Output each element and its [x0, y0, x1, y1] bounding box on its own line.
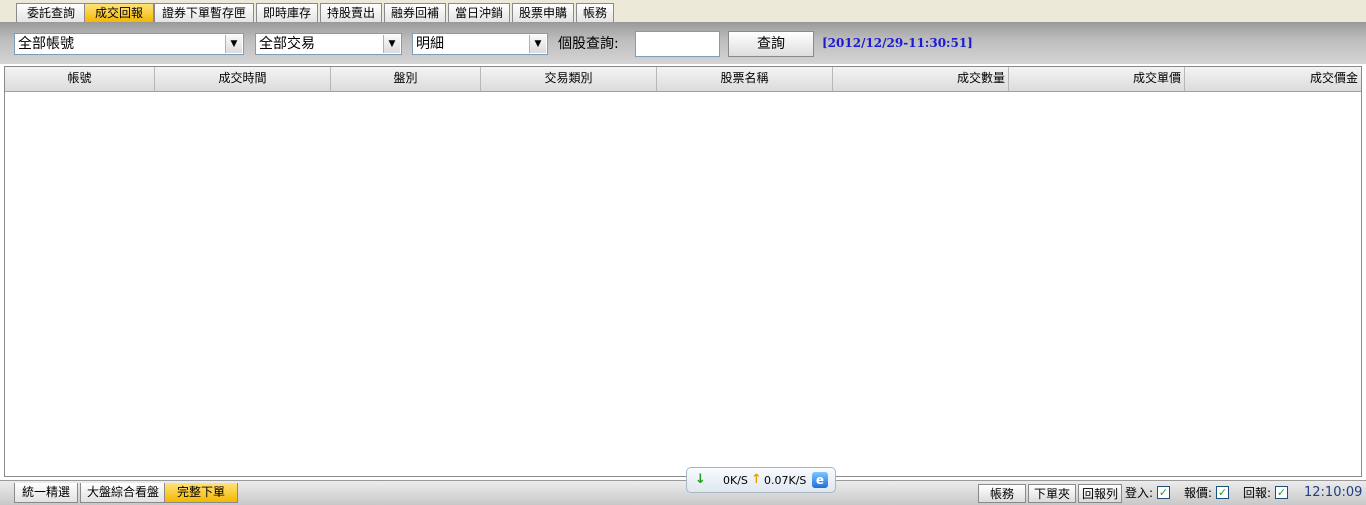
column-header-account[interactable]: 帳號: [5, 67, 155, 91]
column-header-unit-price[interactable]: 成交單價: [1009, 67, 1185, 91]
top-tab-strip: 委託查詢 成交回報 證券下單暫存匣 即時庫存 持股賣出 融券回補 當日沖銷 股票…: [0, 0, 1366, 23]
quote-status-label: 報價:: [1184, 486, 1213, 500]
download-speed: 0K/S: [723, 474, 748, 487]
tab-ipo-subscription[interactable]: 股票申購: [512, 3, 574, 22]
tab-order-draft-box[interactable]: 證券下單暫存匣: [154, 3, 254, 22]
login-status-label: 登入:: [1125, 486, 1154, 500]
bottom-tab-market-overview[interactable]: 大盤綜合看盤: [80, 483, 166, 503]
detail-select[interactable]: 明細 ▼: [412, 33, 548, 55]
column-header-session[interactable]: 盤別: [331, 67, 481, 91]
stock-query-label: 個股查詢:: [558, 36, 619, 52]
trade-type-select-value: 全部交易: [259, 36, 315, 52]
quote-check-icon: ✓: [1216, 486, 1229, 499]
column-header-trade-time[interactable]: 成交時間: [155, 67, 331, 91]
detail-select-value: 明細: [416, 36, 444, 52]
table-header: 帳號 成交時間 盤別 交易類別 股票名稱 成交數量 成交單價 成交價金: [5, 67, 1361, 92]
column-header-quantity[interactable]: 成交數量: [833, 67, 1009, 91]
upload-speed: 0.07K/S: [764, 474, 807, 487]
column-header-trade-category[interactable]: 交易類別: [481, 67, 657, 91]
trade-type-select[interactable]: 全部交易 ▼: [255, 33, 402, 55]
account-select[interactable]: 全部帳號 ▼: [14, 33, 244, 55]
tab-short-cover[interactable]: 融券回補: [384, 3, 446, 22]
tab-trade-report[interactable]: 成交回報: [84, 3, 154, 22]
tab-realtime-inventory[interactable]: 即時庫存: [256, 3, 318, 22]
report-status-label: 回報:: [1243, 486, 1272, 500]
accounts-button[interactable]: 帳務: [978, 484, 1026, 503]
chevron-down-icon[interactable]: ▼: [225, 35, 242, 53]
login-check-icon: ✓: [1157, 486, 1170, 499]
filter-toolbar: 全部帳號 ▼ 全部交易 ▼ 明細 ▼ 個股查詢: 查詢 [2012/12/29-…: [0, 23, 1366, 64]
bottom-tab-full-order[interactable]: 完整下單: [164, 483, 238, 503]
report-check-icon: ✓: [1275, 486, 1288, 499]
trade-report-table: 帳號 成交時間 盤別 交易類別 股票名稱 成交數量 成交單價 成交價金: [4, 66, 1362, 477]
order-folder-button[interactable]: 下單夾: [1028, 484, 1076, 503]
column-header-amount[interactable]: 成交價金: [1185, 67, 1361, 91]
bottom-tab-unified-select[interactable]: 統一精選: [14, 483, 78, 503]
system-clock: 12:10:09: [1304, 485, 1363, 500]
tab-day-trade[interactable]: 當日沖銷: [448, 3, 510, 22]
data-timestamp: [2012/12/29-11:30:51]: [822, 36, 973, 50]
browser-icon[interactable]: e: [812, 472, 828, 488]
report-list-button[interactable]: 回報列: [1078, 484, 1122, 503]
chevron-down-icon[interactable]: ▼: [383, 35, 400, 53]
tab-order-query[interactable]: 委託查詢: [16, 3, 86, 22]
download-arrow-icon: ↓: [695, 472, 706, 487]
query-button[interactable]: 查詢: [728, 31, 814, 57]
tab-accounts[interactable]: 帳務: [576, 3, 614, 22]
upload-arrow-icon: ↑: [751, 472, 762, 487]
column-header-stock-name[interactable]: 股票名稱: [657, 67, 833, 91]
bottom-status-bar: 統一精選 大盤綜合看盤 完整下單 帳務 下單夾 回報列 登入: ✓ 報價: ✓ …: [0, 480, 1366, 505]
tab-sell-holdings[interactable]: 持股賣出: [320, 3, 382, 22]
network-speed-widget: ↓ 0K/S ↑ 0.07K/S e: [686, 467, 836, 493]
account-select-value: 全部帳號: [18, 36, 74, 52]
chevron-down-icon[interactable]: ▼: [529, 35, 546, 53]
stock-query-input[interactable]: [635, 31, 720, 57]
